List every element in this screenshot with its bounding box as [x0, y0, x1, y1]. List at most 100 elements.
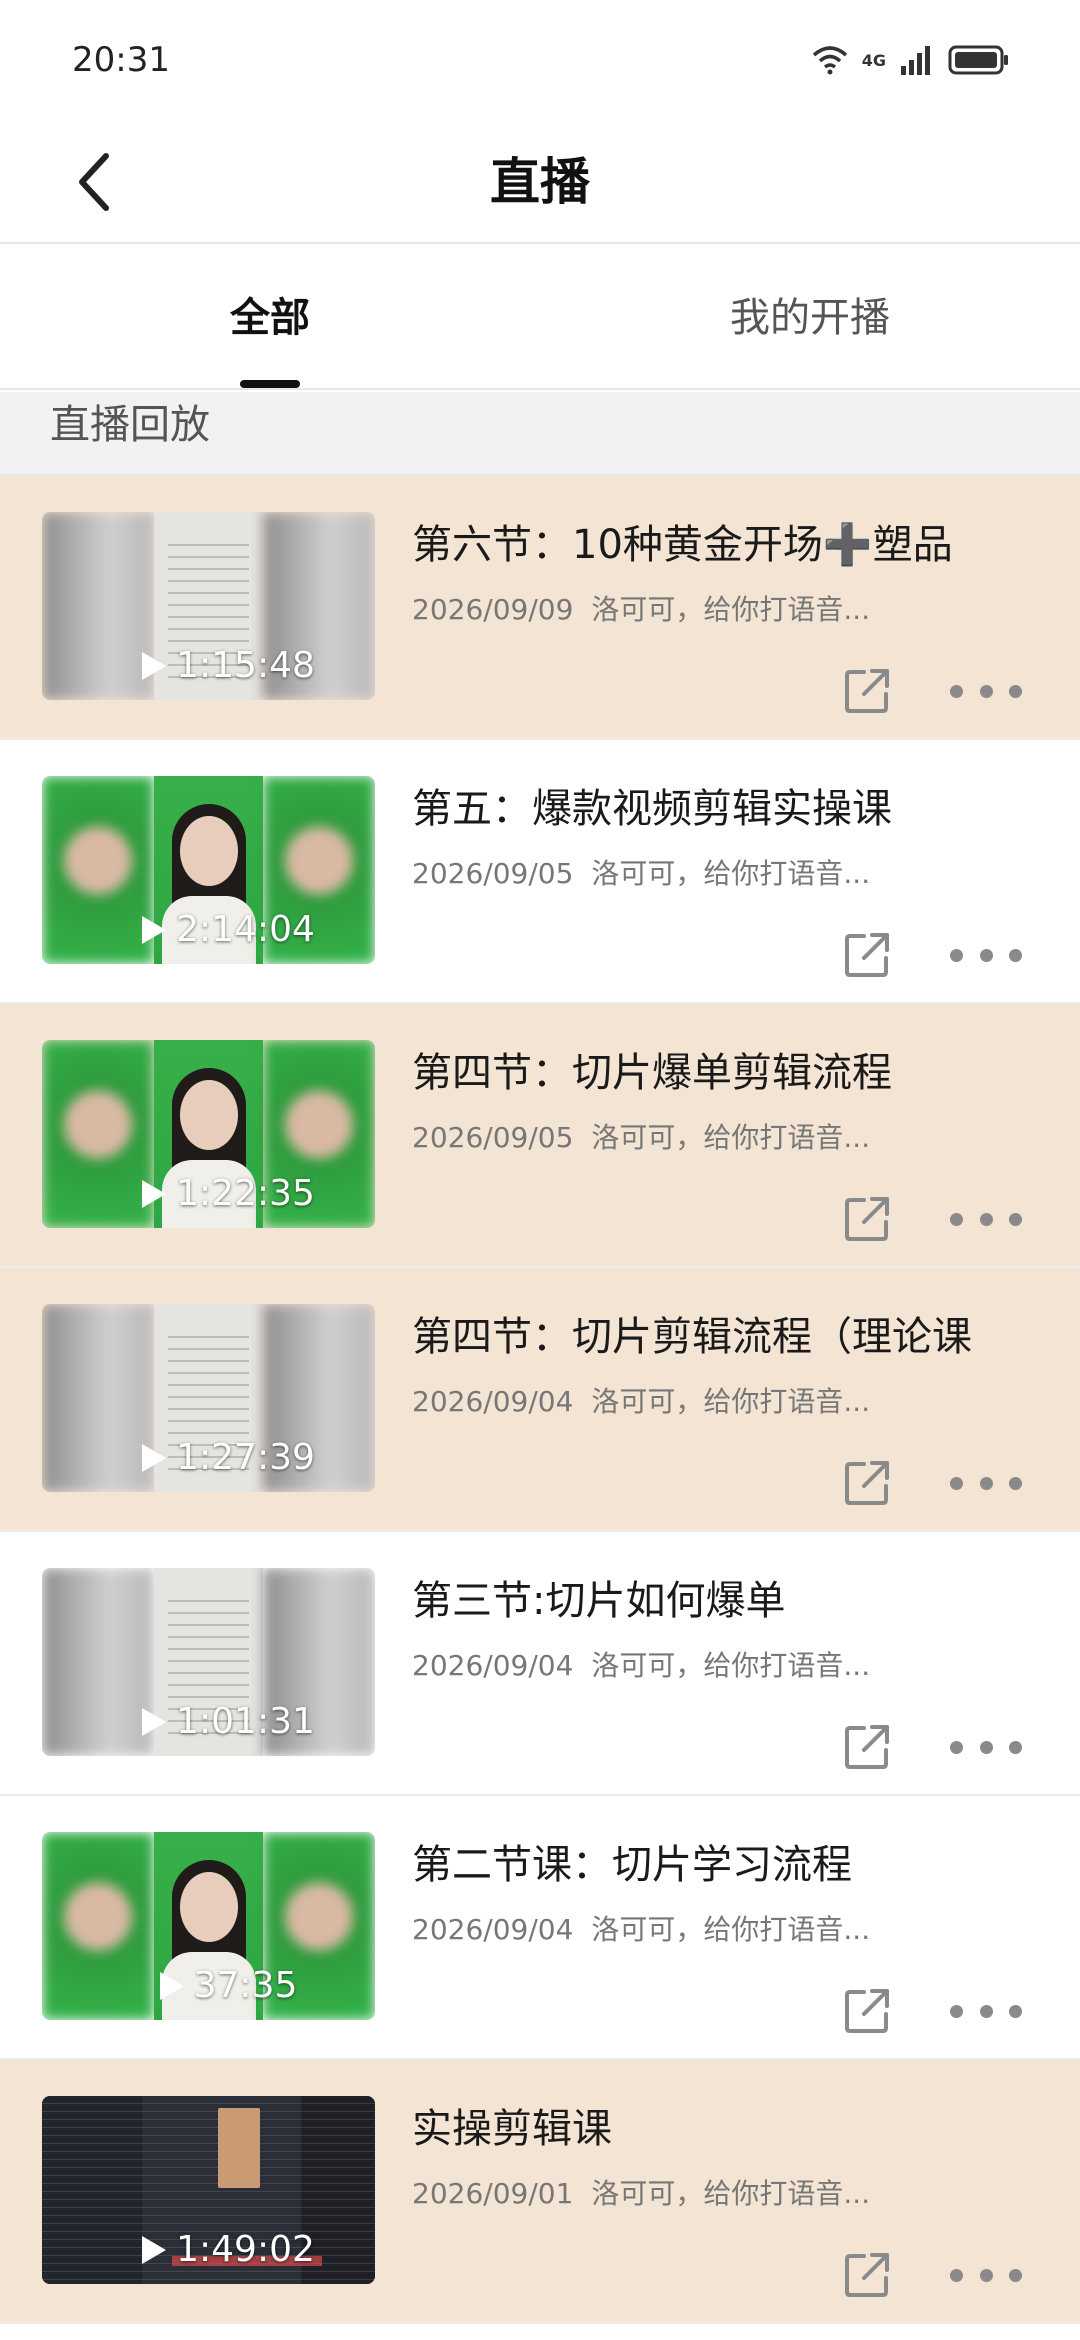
share-button[interactable]: [840, 1456, 894, 1510]
share-external-icon: [845, 1725, 889, 1769]
play-icon: [142, 2235, 167, 2264]
chevron-left-icon: [79, 153, 109, 211]
back-button[interactable]: [54, 142, 134, 222]
replay-author: 洛可可，给你打语音...: [591, 1913, 871, 1946]
more-options-button[interactable]: [950, 1732, 1022, 1762]
share-button[interactable]: [840, 1192, 894, 1246]
active-tab-indicator: [240, 380, 300, 388]
wifi-icon: [812, 46, 847, 75]
replay-date: 2026/09/04: [412, 1385, 574, 1418]
more-dot: [979, 1476, 993, 1490]
more-options-button[interactable]: [950, 2260, 1022, 2290]
list-item[interactable]: 1:01:31 第三节:切片如何爆单 2026/09/04 洛可可，给你打语音..…: [0, 1532, 1080, 1796]
duration-label: 1:15:48: [176, 645, 315, 686]
more-options-button[interactable]: [950, 676, 1022, 706]
more-dot: [1009, 2004, 1022, 2018]
replay-title: 实操剪辑课: [412, 2106, 612, 2152]
share-external-icon: [845, 2253, 889, 2297]
replay-meta: 2026/09/05 洛可可，给你打语音...: [412, 852, 892, 892]
list-item[interactable]: 1:27:39 第四节：切片剪辑流程（理论课 2026/09/04 洛可可，给你打…: [0, 1268, 1080, 1532]
video-thumbnail[interactable]: 1:15:48: [42, 512, 375, 700]
more-dot: [979, 1212, 993, 1226]
play-icon: [142, 1707, 167, 1736]
status-bar: 20:31 4G: [0, 0, 1080, 120]
signal-icon: [901, 46, 930, 75]
replay-meta: 2026/09/05 洛可可，给你打语音...: [412, 1116, 892, 1156]
share-external-icon: [845, 933, 889, 977]
replay-title: 第四节：切片剪辑流程（理论课: [412, 1314, 972, 1360]
replay-title: 第六节：10种黄金开场➕塑品: [412, 522, 953, 568]
replay-title: 第四节：切片爆单剪辑流程: [412, 1050, 892, 1096]
share-button[interactable]: [840, 664, 894, 718]
share-button[interactable]: [840, 1984, 894, 2038]
video-thumbnail[interactable]: 1:01:31: [42, 1568, 375, 1756]
more-dot: [979, 684, 993, 698]
share-external-icon: [845, 1197, 889, 1241]
duration-badge: 1:27:39: [42, 1437, 375, 1478]
duration-label: 1:49:02: [176, 2229, 315, 2270]
more-dot: [950, 684, 963, 698]
replay-meta: 2026/09/04 洛可可，给你打语音...: [412, 1908, 892, 1948]
duration-label: 1:22:35: [176, 1173, 315, 1214]
more-dot: [1009, 1212, 1022, 1226]
more-dot: [950, 1740, 963, 1754]
replay-meta: 2026/09/01 洛可可，给你打语音...: [412, 2172, 892, 2212]
more-dot: [979, 1740, 993, 1754]
play-icon: [142, 1443, 167, 1472]
more-options-button[interactable]: [950, 1468, 1022, 1498]
duration-badge: 1:01:31: [42, 1701, 375, 1742]
tab-my-broadcasts[interactable]: 我的开播: [540, 246, 1080, 390]
more-options-button[interactable]: [950, 1996, 1022, 2026]
duration-badge: 1:22:35: [42, 1173, 375, 1214]
replay-author: 洛可可，给你打语音...: [591, 593, 871, 626]
tab-all[interactable]: 全部: [0, 246, 540, 390]
replay-author: 洛可可，给你打语音...: [591, 2177, 871, 2210]
play-icon: [142, 1179, 167, 1208]
more-dot: [950, 1212, 963, 1226]
list-item[interactable]: 2:14:04 第五：爆款视频剪辑实操课 2026/09/05 洛可可，给你打语音…: [0, 740, 1080, 1004]
replay-date: 2026/09/05: [412, 1121, 574, 1154]
replay-meta: 2026/09/04 洛可可，给你打语音...: [412, 1644, 892, 1684]
more-dot: [1009, 1476, 1022, 1490]
list-item[interactable]: 1:22:35 第四节：切片爆单剪辑流程 2026/09/05 洛可可，给你打语音…: [0, 1004, 1080, 1268]
share-button[interactable]: [840, 1720, 894, 1774]
replay-title: 第三节:切片如何爆单: [412, 1578, 786, 1624]
more-dot: [1009, 948, 1022, 962]
video-thumbnail[interactable]: 2:14:04: [42, 776, 375, 964]
replay-author: 洛可可，给你打语音...: [591, 1385, 871, 1418]
list-item[interactable]: 37:35 第二节课：切片学习流程 2026/09/04 洛可可，给你打语音...: [0, 1796, 1080, 2060]
replay-author: 洛可可，给你打语音...: [591, 1649, 871, 1682]
more-dot: [950, 948, 963, 962]
list-item[interactable]: 1:15:48 第六节：10种黄金开场➕塑品 2026/09/09 洛可可，给你打…: [0, 476, 1080, 740]
play-icon: [159, 1971, 184, 2000]
top-nav-bar: 直播: [0, 120, 1080, 244]
play-icon: [142, 651, 167, 680]
replay-date: 2026/09/09: [412, 593, 574, 626]
replay-meta: 2026/09/09 洛可可，给你打语音...: [412, 588, 892, 628]
duration-badge: 1:15:48: [42, 645, 375, 686]
video-thumbnail[interactable]: 1:49:02: [42, 2096, 375, 2284]
share-external-icon: [845, 1989, 889, 2033]
more-options-button[interactable]: [950, 1204, 1022, 1234]
share-button[interactable]: [840, 928, 894, 982]
duration-badge: 1:49:02: [42, 2229, 375, 2270]
video-thumbnail[interactable]: 37:35: [42, 1832, 375, 2020]
play-icon: [142, 915, 167, 944]
replay-title: 第五：爆款视频剪辑实操课: [412, 786, 892, 832]
video-thumbnail[interactable]: 1:22:35: [42, 1040, 375, 1228]
duration-label: 1:01:31: [176, 1701, 315, 1742]
more-dot: [1009, 2268, 1022, 2282]
duration-label: 2:14:04: [176, 909, 315, 950]
replay-list: 1:15:48 第六节：10种黄金开场➕塑品 2026/09/09 洛可可，给你打…: [0, 476, 1080, 2324]
more-options-button[interactable]: [950, 940, 1022, 970]
duration-badge: 37:35: [42, 1965, 375, 2006]
replay-author: 洛可可，给你打语音...: [591, 1121, 871, 1154]
network-type-label: 4G: [861, 50, 886, 70]
list-item[interactable]: 1:49:02 实操剪辑课 2026/09/01 洛可可，给你打语音...: [0, 2060, 1080, 2324]
replay-date: 2026/09/04: [412, 1913, 574, 1946]
share-button[interactable]: [840, 2248, 894, 2302]
section-title-replays: 直播回放: [0, 392, 1080, 476]
share-external-icon: [845, 669, 889, 713]
more-dot: [950, 2004, 963, 2018]
video-thumbnail[interactable]: 1:27:39: [42, 1304, 375, 1492]
